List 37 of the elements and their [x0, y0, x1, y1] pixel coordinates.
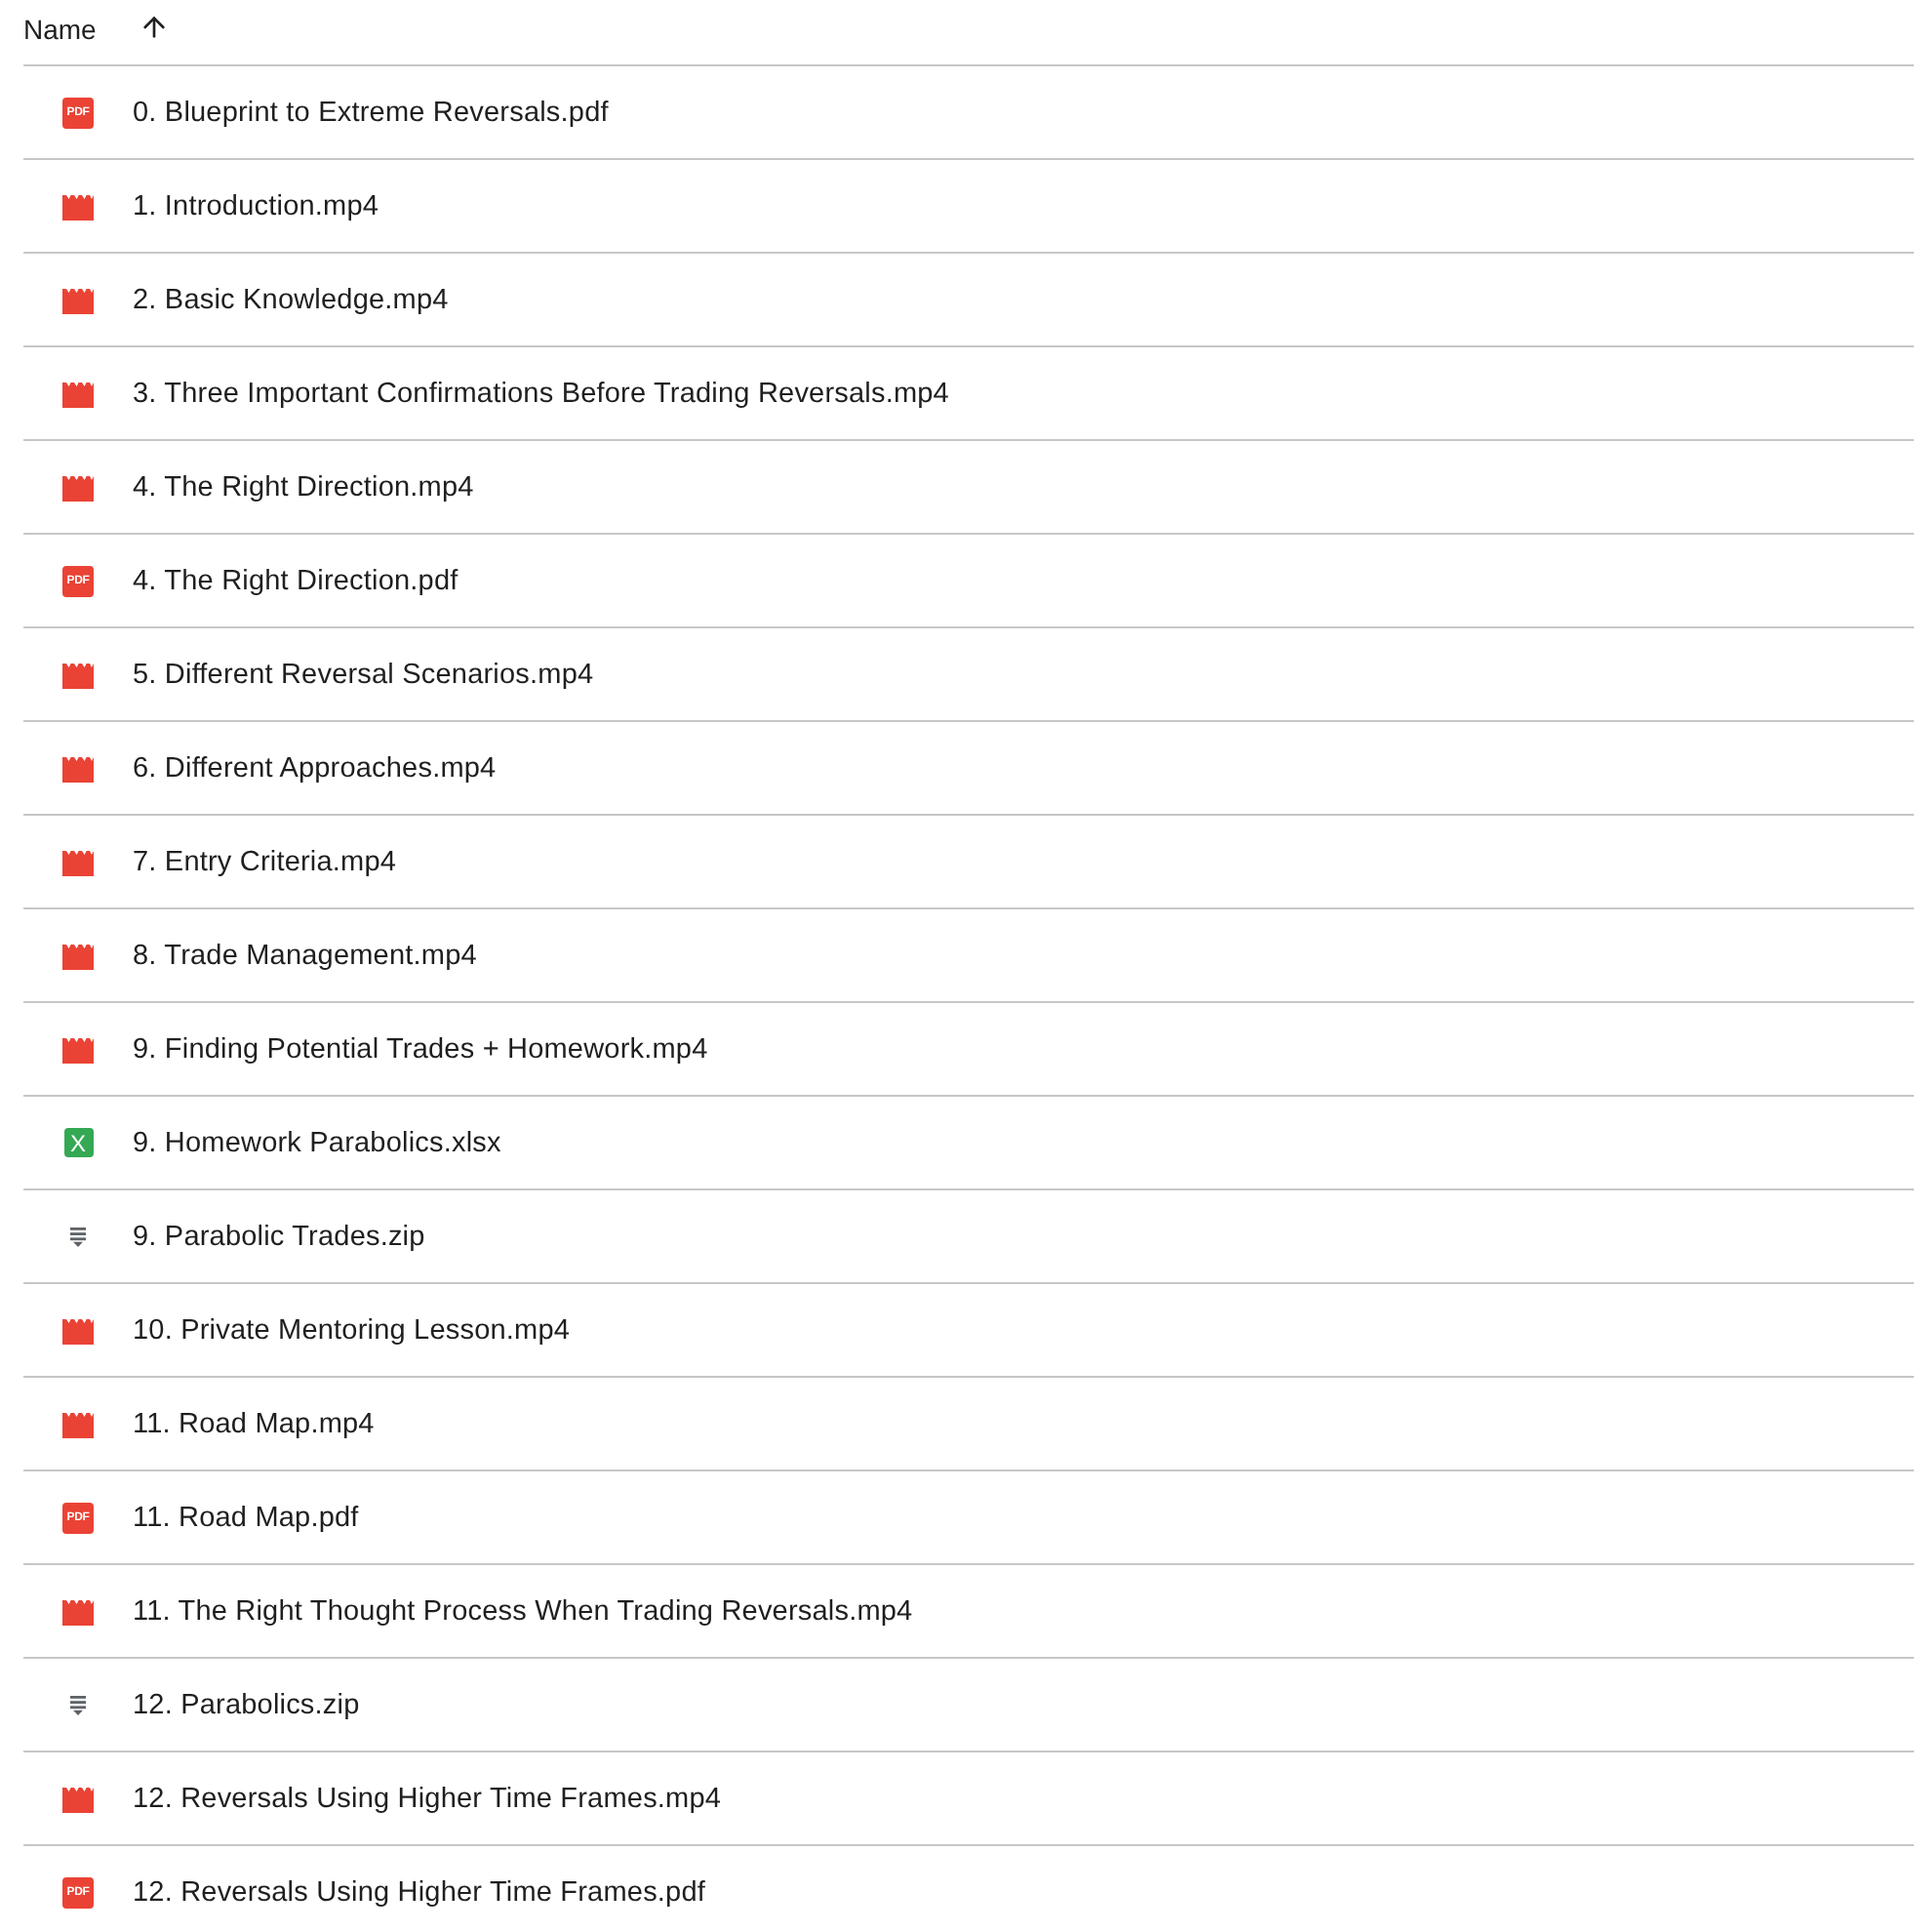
file-name[interactable]: 7. Entry Criteria.mp4	[133, 846, 397, 877]
file-name[interactable]: 9. Finding Potential Trades + Homework.mp4	[133, 1033, 708, 1065]
file-name[interactable]: 12. Reversals Using Higher Time Frames.pdf	[133, 1876, 705, 1908]
file-name[interactable]: 0. Blueprint to Extreme Reversals.pdf	[133, 97, 609, 128]
file-name[interactable]: 11. Road Map.pdf	[133, 1502, 359, 1533]
film-clapper-icon	[62, 286, 94, 313]
file-name[interactable]: 4. The Right Direction.mp4	[133, 471, 474, 503]
film-clapper-icon	[62, 380, 94, 407]
file-name[interactable]: 11. Road Map.mp4	[133, 1408, 375, 1439]
name-column-header[interactable]: Name	[23, 13, 97, 44]
file-name[interactable]: 10. Private Mentoring Lesson.mp4	[133, 1314, 571, 1346]
film-clapper-icon	[62, 848, 94, 875]
file-name[interactable]: 12. Parabolics.zip	[133, 1689, 360, 1720]
file-name[interactable]: 11. The Right Thought Process When Trading Reversals.mp4	[133, 1595, 913, 1627]
file-name[interactable]: 8. Trade Management.mp4	[133, 940, 477, 971]
film-clapper-icon	[62, 754, 94, 782]
film-clapper-icon	[62, 1785, 94, 1812]
film-clapper-icon	[62, 192, 94, 220]
file-name[interactable]: 12. Reversals Using Higher Time Frames.mp4	[133, 1783, 722, 1814]
file-name[interactable]: 9. Parabolic Trades.zip	[133, 1221, 425, 1252]
film-clapper-icon	[62, 661, 94, 688]
film-clapper-icon	[62, 1597, 94, 1625]
spreadsheet-file-icon: X	[63, 1128, 93, 1157]
film-clapper-icon	[62, 1410, 94, 1437]
archive-icon	[70, 1227, 86, 1246]
file-name[interactable]: 9. Homework Parabolics.xlsx	[133, 1127, 501, 1158]
file-name[interactable]: 4. The Right Direction.pdf	[133, 565, 459, 596]
file-name[interactable]: 3. Three Important Confirmations Before Trading Reversals.mp4	[133, 378, 949, 409]
archive-icon	[70, 1695, 86, 1714]
film-clapper-icon	[62, 1035, 94, 1063]
file-name[interactable]: 1. Introduction.mp4	[133, 190, 379, 221]
film-clapper-icon	[62, 473, 94, 501]
film-clapper-icon	[62, 1316, 94, 1344]
film-clapper-icon	[62, 942, 94, 969]
file-name[interactable]: 6. Different Approaches.mp4	[133, 752, 497, 784]
file-name[interactable]: 2. Basic Knowledge.mp4	[133, 284, 449, 315]
file-name[interactable]: 5. Different Reversal Scenarios.mp4	[133, 659, 594, 690]
